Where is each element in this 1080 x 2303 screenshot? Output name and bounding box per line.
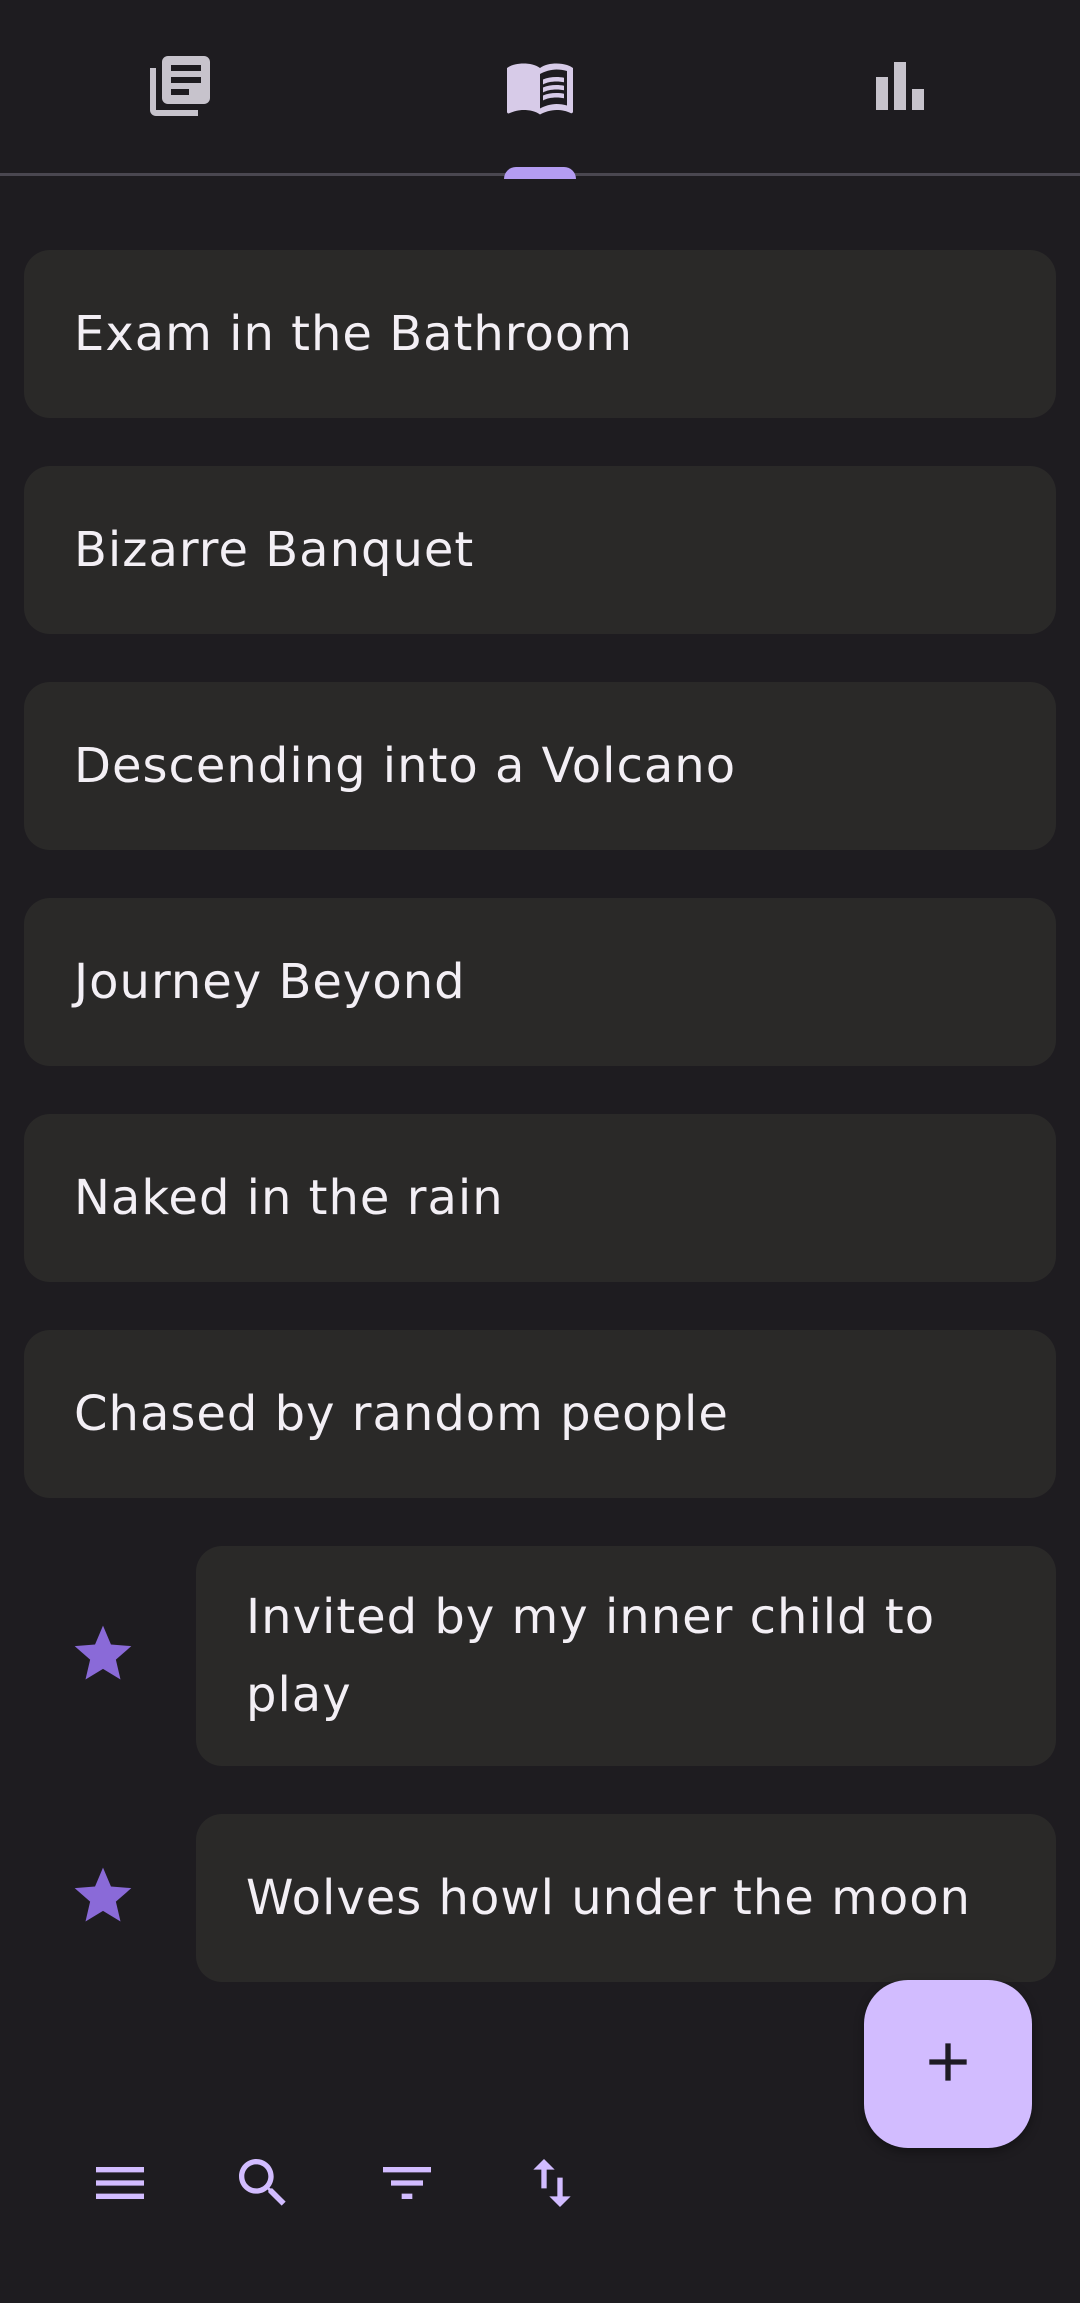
star-icon xyxy=(69,1862,151,1934)
tab-journal-list[interactable] xyxy=(0,0,360,176)
tab-dream-book[interactable] xyxy=(360,0,720,179)
dream-title: Chased by random people xyxy=(74,1386,729,1442)
dream-card[interactable]: Invited by my inner child to play xyxy=(196,1546,1056,1766)
dream-title: Bizarre Banquet xyxy=(74,522,475,578)
selected-tab-indicator xyxy=(504,167,576,179)
sort-button[interactable] xyxy=(507,2140,597,2230)
dream-title: Exam in the Bathroom xyxy=(74,306,633,362)
search-button[interactable] xyxy=(218,2140,308,2230)
sort-icon xyxy=(520,2151,584,2219)
dream-title: Invited by my inner child to play xyxy=(246,1589,936,1723)
list-item[interactable]: Descending into a Volcano xyxy=(24,682,1056,850)
list-item[interactable]: Journey Beyond xyxy=(24,898,1056,1066)
top-tab-bar xyxy=(0,0,1080,179)
tab-statistics[interactable] xyxy=(720,0,1080,176)
dream-card[interactable]: Exam in the Bathroom xyxy=(24,250,1056,418)
plus-icon xyxy=(916,2030,980,2098)
dream-title: Naked in the rain xyxy=(74,1170,504,1226)
dream-card[interactable]: Bizarre Banquet xyxy=(24,466,1056,634)
bottom-toolbar xyxy=(0,2140,1080,2230)
list-item[interactable]: Bizarre Banquet xyxy=(24,466,1056,634)
app-root: Exam in the Bathroom Bizarre Banquet Des… xyxy=(0,0,1080,2303)
open-book-icon xyxy=(504,50,576,126)
bar-chart-icon xyxy=(864,50,936,126)
list-item[interactable]: Wolves howl under the moon xyxy=(24,1814,1056,1982)
search-icon xyxy=(231,2151,295,2219)
list-item[interactable]: Naked in the rain xyxy=(24,1114,1056,1282)
star-icon xyxy=(69,1620,151,1692)
dream-title: Descending into a Volcano xyxy=(74,738,737,794)
dream-title: Journey Beyond xyxy=(74,954,466,1010)
favorite-marker xyxy=(24,1814,196,1982)
dream-list: Exam in the Bathroom Bizarre Banquet Des… xyxy=(24,250,1056,2030)
dream-card[interactable]: Chased by random people xyxy=(24,1330,1056,1498)
filter-icon xyxy=(375,2151,439,2219)
menu-button[interactable] xyxy=(75,2140,165,2230)
journal-list-icon xyxy=(144,50,216,126)
dream-card[interactable]: Descending into a Volcano xyxy=(24,682,1056,850)
menu-icon xyxy=(88,2151,152,2219)
dream-card[interactable]: Naked in the rain xyxy=(24,1114,1056,1282)
list-item[interactable]: Chased by random people xyxy=(24,1330,1056,1498)
dream-title: Wolves howl under the moon xyxy=(246,1870,971,1926)
dream-card[interactable]: Wolves howl under the moon xyxy=(196,1814,1056,1982)
dream-card[interactable]: Journey Beyond xyxy=(24,898,1056,1066)
list-item[interactable]: Exam in the Bathroom xyxy=(24,250,1056,418)
favorite-marker xyxy=(24,1546,196,1766)
filter-button[interactable] xyxy=(362,2140,452,2230)
list-item[interactable]: Invited by my inner child to play xyxy=(24,1546,1056,1766)
add-dream-button[interactable] xyxy=(864,1980,1032,2148)
